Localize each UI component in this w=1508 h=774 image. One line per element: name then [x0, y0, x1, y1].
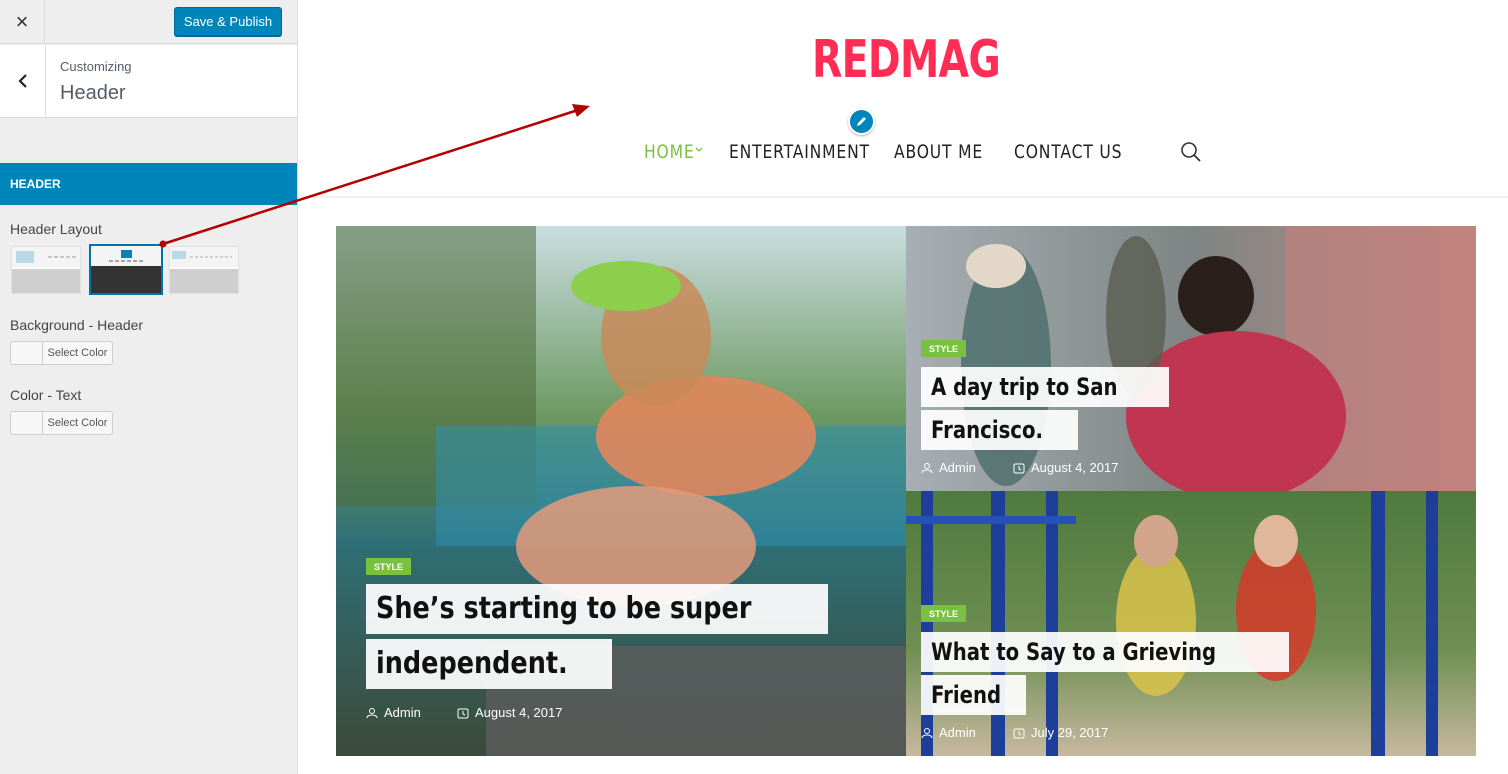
- color-swatch: [11, 342, 43, 364]
- back-button[interactable]: [0, 45, 46, 117]
- color-text-label: Color - Text: [10, 387, 82, 403]
- color-swatch: [11, 412, 43, 434]
- author-name: Admin: [384, 705, 421, 720]
- header-layout-option-3[interactable]: [169, 246, 239, 294]
- post-image: [906, 226, 1476, 491]
- post-title-line-2[interactable]: Friend: [921, 675, 1027, 715]
- search-button[interactable]: [1179, 140, 1203, 164]
- post-title-text: independent.: [376, 646, 568, 681]
- post-date: August 4, 2017: [1013, 460, 1118, 475]
- breadcrumb: Customizing: [60, 59, 132, 74]
- date-text: July 29, 2017: [1031, 725, 1109, 740]
- post-date: August 4, 2017: [457, 705, 562, 720]
- nav-item-label: ABOUT ME: [894, 141, 984, 163]
- nav-item-about-me[interactable]: ABOUT ME: [894, 141, 983, 163]
- featured-post-top-right[interactable]: STYLE A day trip to San Francisco. Admin…: [906, 226, 1476, 491]
- author-name: Admin: [939, 725, 976, 740]
- author-name: Admin: [939, 460, 976, 475]
- post-image: [906, 491, 1476, 756]
- category-badge[interactable]: STYLE: [921, 340, 967, 357]
- customizer-sidebar: × Save & Publish Customizing Header HEAD…: [0, 0, 298, 774]
- post-title-text: A day trip to San: [931, 373, 1118, 401]
- post-title-text: Friend: [931, 681, 1002, 709]
- background-header-label: Background - Header: [10, 317, 144, 333]
- post-title-text: She’s starting to be super: [376, 591, 752, 626]
- post-author[interactable]: Admin: [366, 705, 421, 720]
- post-title-text: Francisco.: [931, 416, 1043, 444]
- post-title-line-1[interactable]: A day trip to San: [921, 367, 1169, 407]
- text-color-picker[interactable]: Select Color: [10, 411, 113, 435]
- header-layout-label: Header Layout: [10, 221, 102, 237]
- clock-icon: [1013, 728, 1025, 738]
- edit-shortcut-button[interactable]: [848, 108, 875, 135]
- nav-item-entertainment[interactable]: ENTERTAINMENT: [729, 141, 870, 163]
- layout-thumbnail-2: [91, 246, 161, 293]
- post-author[interactable]: Admin: [921, 460, 976, 475]
- site-logo[interactable]: REDMAG: [812, 30, 1001, 90]
- date-text: August 4, 2017: [475, 705, 563, 720]
- background-header-color-picker[interactable]: Select Color: [10, 341, 113, 365]
- date-text: August 4, 2017: [1031, 460, 1119, 475]
- select-color-label: Select Color: [47, 347, 108, 359]
- category-badge[interactable]: STYLE: [366, 558, 412, 575]
- layout-thumbnail-3: [170, 247, 238, 293]
- nav-item-label: ENTERTAINMENT: [729, 141, 870, 163]
- featured-post-large[interactable]: STYLE She’s starting to be super indepen…: [336, 226, 906, 756]
- clock-icon: [457, 708, 469, 718]
- close-button[interactable]: ×: [0, 0, 45, 44]
- post-title-line-2[interactable]: independent.: [366, 639, 612, 689]
- user-icon: [921, 727, 933, 738]
- customizer-section-header: Customizing Header: [0, 45, 297, 118]
- header-divider: [298, 196, 1508, 198]
- chevron-left-icon: [17, 74, 27, 88]
- header-layout-option-2[interactable]: [89, 244, 163, 295]
- section-title-header[interactable]: HEADER: [0, 163, 297, 205]
- post-title-line-2[interactable]: Francisco.: [921, 410, 1078, 450]
- nav-item-home[interactable]: HOME: [644, 141, 695, 163]
- featured-post-bottom-right[interactable]: STYLE What to Say to a Grieving Friend A…: [906, 491, 1476, 756]
- panel-title: Header: [60, 82, 126, 104]
- search-icon: [1181, 142, 1201, 162]
- customizer-topbar: × Save & Publish: [0, 0, 297, 44]
- save-publish-button[interactable]: Save & Publish: [174, 7, 282, 36]
- user-icon: [366, 707, 378, 718]
- chevron-down-icon: [695, 147, 703, 152]
- nav-item-contact-us[interactable]: CONTACT US: [1014, 141, 1122, 163]
- user-icon: [921, 462, 933, 473]
- customizer-window: × Save & Publish Customizing Header HEAD…: [0, 0, 1508, 774]
- post-title-text: What to Say to a Grieving: [931, 638, 1217, 666]
- nav-item-label: HOME: [644, 141, 695, 163]
- close-icon: ×: [15, 9, 29, 34]
- header-layout-option-1[interactable]: [11, 246, 81, 294]
- category-badge[interactable]: STYLE: [921, 605, 967, 622]
- nav-item-label: CONTACT US: [1014, 141, 1123, 163]
- post-title-line-1[interactable]: She’s starting to be super: [366, 584, 828, 634]
- post-author[interactable]: Admin: [921, 725, 976, 740]
- post-date: July 29, 2017: [1013, 725, 1108, 740]
- clock-icon: [1013, 463, 1025, 473]
- pencil-icon: [857, 117, 866, 126]
- select-color-label: Select Color: [47, 417, 108, 429]
- post-title-line-1[interactable]: What to Say to a Grieving: [921, 632, 1289, 672]
- layout-thumbnail-1: [12, 247, 80, 293]
